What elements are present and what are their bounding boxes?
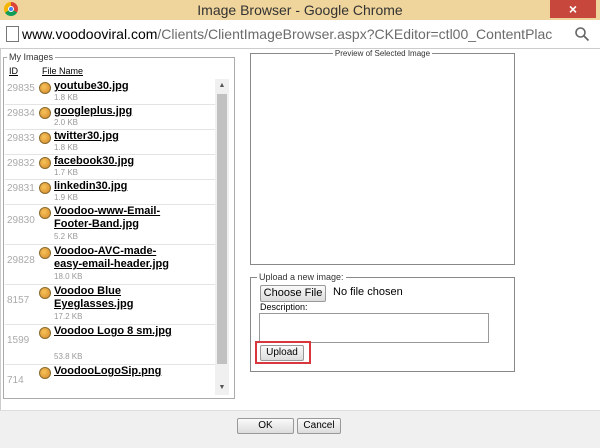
image-id: 29830 — [7, 215, 35, 226]
close-window-button[interactable]: × — [550, 0, 596, 18]
image-id: 1599 — [7, 335, 30, 346]
image-file-size: 53.8 KB — [54, 352, 83, 361]
image-thumbnail-icon[interactable] — [39, 207, 51, 219]
image-file-size: 17.2 KB — [54, 312, 83, 321]
address-bar[interactable]: www.voodooviral.com/Clients/ClientImageB… — [0, 20, 600, 49]
image-thumbnail-icon[interactable] — [39, 157, 51, 169]
image-list: 29835 youtube30.jpg 1.8 KB 29834 googleplus.… — [5, 79, 227, 395]
image-file-name-link[interactable]: Voodoo Logo 8 sm.jpg — [54, 325, 179, 338]
image-thumbnail-icon[interactable] — [39, 82, 51, 94]
image-file-name-link[interactable]: linkedin30.jpg — [54, 180, 179, 193]
image-id: 29833 — [7, 133, 35, 144]
image-thumbnail-icon[interactable] — [39, 327, 51, 339]
preview-panel: Preview of Selected Image — [250, 49, 515, 265]
image-list-row[interactable]: 29833 twitter30.jpg 1.8 KB — [5, 129, 215, 155]
image-thumbnail-icon[interactable] — [39, 132, 51, 144]
url-path: /Clients/ClientImageBrowser.aspx?CKEdito… — [157, 26, 553, 42]
dialog-content: My Images ID File Name 29835 youtube30.jp… — [0, 49, 600, 410]
image-list-row[interactable]: 8157 Voodoo Blue Eyeglasses.jpg 17.2 KB — [5, 284, 215, 325]
image-id: 29828 — [7, 255, 35, 266]
file-name-column-header[interactable]: File Name — [42, 66, 83, 76]
url-host: www.voodooviral.com — [22, 26, 158, 42]
image-list-row[interactable]: 29835 youtube30.jpg 1.8 KB — [5, 79, 215, 105]
image-id: 714 — [7, 375, 24, 386]
upload-button[interactable]: Upload — [260, 345, 304, 361]
image-list-row[interactable]: 29828 Voodoo-AVC-made-easy-email-header.j… — [5, 244, 215, 285]
file-status-text: No file chosen — [333, 286, 403, 298]
image-file-size: 18.0 KB — [54, 272, 83, 281]
image-file-size: 1.8 KB — [54, 143, 79, 152]
image-file-name-link[interactable]: Voodoo Blue Eyeglasses.jpg — [54, 285, 179, 311]
image-thumbnail-icon[interactable] — [39, 107, 51, 119]
image-file-size: 1.9 KB — [54, 193, 79, 202]
image-list-row[interactable]: 29832 facebook30.jpg 1.7 KB — [5, 154, 215, 180]
ok-button[interactable]: OK — [237, 418, 294, 434]
choose-file-button[interactable]: Choose File — [260, 285, 326, 302]
image-id: 29831 — [7, 183, 35, 194]
image-file-name-link[interactable]: Voodoo-AVC-made-easy-email-header.jpg — [54, 245, 179, 271]
image-id: 8157 — [7, 295, 30, 306]
image-id: 29832 — [7, 158, 35, 169]
scroll-down-arrow-icon[interactable]: ▼ — [215, 381, 229, 395]
image-list-row[interactable]: 714 VoodooLogoSip.png — [5, 364, 215, 395]
image-thumbnail-icon[interactable] — [39, 247, 51, 259]
page-icon — [6, 26, 19, 42]
image-thumbnail-icon[interactable] — [39, 287, 51, 299]
image-list-row[interactable]: 29834 googleplus.jpg 2.0 KB — [5, 104, 215, 130]
image-file-size: 1.8 KB — [54, 93, 79, 102]
image-list-row[interactable]: 29831 linkedin30.jpg 1.9 KB — [5, 179, 215, 205]
scrollbar-thumb[interactable] — [217, 94, 227, 364]
image-thumbnail-icon[interactable] — [39, 367, 51, 379]
image-file-size: 5.2 KB — [54, 232, 79, 241]
image-id: 29835 — [7, 83, 35, 94]
image-file-size: 2.0 KB — [54, 118, 79, 127]
image-file-name-link[interactable]: facebook30.jpg — [54, 155, 179, 168]
id-column-header[interactable]: ID — [9, 66, 18, 76]
image-file-name-link[interactable]: Voodoo-www-Email-Footer-Band.jpg — [54, 205, 179, 231]
window-title: Image Browser - Google Chrome — [197, 2, 403, 18]
list-header: ID File Name — [6, 66, 216, 78]
preview-legend: Preview of Selected Image — [334, 49, 431, 58]
url-text[interactable]: www.voodooviral.com/Clients/ClientImageB… — [22, 26, 562, 42]
image-list-row[interactable]: 1599 Voodoo Logo 8 sm.jpg 53.8 KB — [5, 324, 215, 365]
image-list-row[interactable]: 29830 Voodoo-www-Email-Footer-Band.jpg 5.2… — [5, 204, 215, 245]
dialog-footer: OK Cancel — [0, 410, 600, 448]
image-file-size: 1.7 KB — [54, 168, 79, 177]
cancel-button[interactable]: Cancel — [297, 418, 341, 434]
image-file-name-link[interactable]: googleplus.jpg — [54, 105, 179, 118]
description-label: Description: — [260, 302, 308, 312]
image-id: 29834 — [7, 108, 35, 119]
magnifier-icon[interactable] — [574, 26, 590, 42]
description-input[interactable] — [259, 313, 489, 343]
image-file-name-link[interactable]: youtube30.jpg — [54, 80, 179, 93]
browser-window: Image Browser - Google Chrome × www.vood… — [0, 0, 600, 448]
image-file-name-link[interactable]: VoodooLogoSip.png — [54, 365, 179, 378]
my-images-legend: My Images — [9, 52, 54, 62]
title-bar: Image Browser - Google Chrome × — [0, 0, 600, 20]
image-thumbnail-icon[interactable] — [39, 182, 51, 194]
image-file-name-link[interactable]: twitter30.jpg — [54, 130, 179, 143]
image-list-scrollbar[interactable]: ▲ ▼ — [215, 79, 229, 395]
upload-legend: Upload a new image: — [259, 272, 344, 282]
scroll-up-arrow-icon[interactable]: ▲ — [215, 79, 229, 93]
